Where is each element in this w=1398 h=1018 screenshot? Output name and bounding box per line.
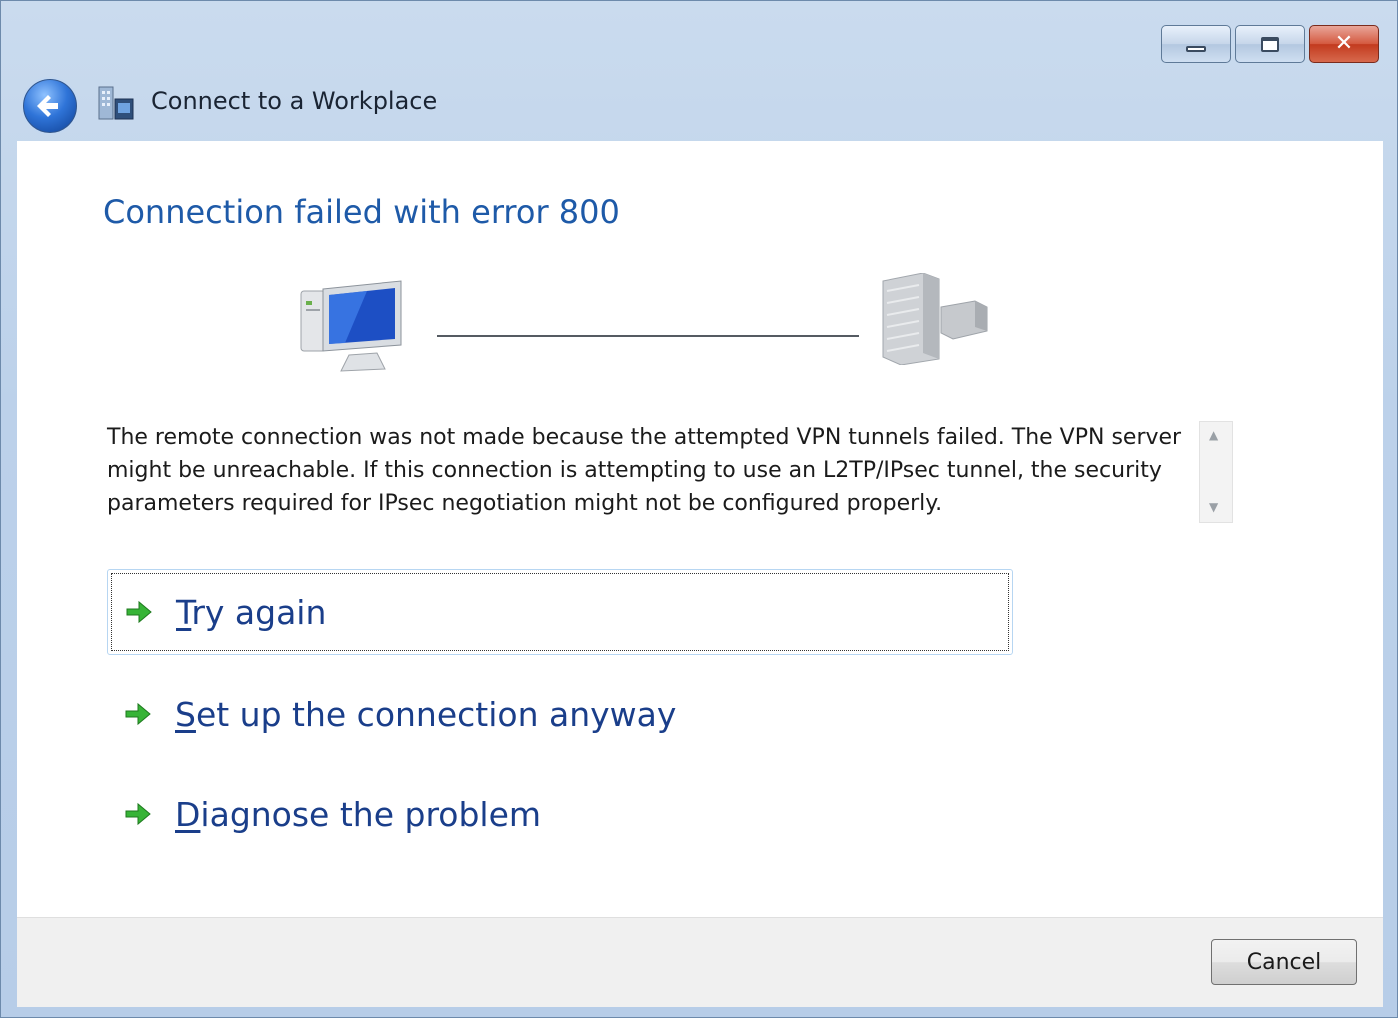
maximize-button[interactable] bbox=[1235, 25, 1305, 63]
diagnose-link[interactable]: Diagnose the problem bbox=[107, 771, 1013, 857]
computer-icon bbox=[300, 280, 402, 372]
scroll-down-icon[interactable]: ▼ bbox=[1209, 500, 1218, 514]
minimize-icon bbox=[1186, 46, 1206, 52]
message-scrollbar[interactable]: ▲ ▼ bbox=[1199, 421, 1233, 523]
content-area: Connection failed with error 800 The rem… bbox=[17, 141, 1383, 917]
server-building-icon bbox=[882, 273, 988, 365]
scroll-up-icon[interactable]: ▲ bbox=[1209, 428, 1218, 442]
error-message: The remote connection was not made becau… bbox=[107, 425, 1182, 516]
try-again-link[interactable]: Try again bbox=[107, 569, 1013, 655]
page-heading: Connection failed with error 800 bbox=[103, 193, 620, 231]
back-arrow-icon bbox=[37, 95, 58, 117]
dialog-window: ✕ Connect to a Workplace Connection fail… bbox=[0, 0, 1398, 1018]
diagnose-label: Diagnose the problem bbox=[175, 794, 542, 834]
minimize-button[interactable] bbox=[1161, 25, 1231, 63]
close-icon: ✕ bbox=[1334, 31, 1354, 56]
connection-line bbox=[437, 335, 859, 337]
set-up-anyway-link[interactable]: Set up the connection anyway bbox=[107, 671, 1013, 757]
workplace-icon bbox=[98, 86, 134, 120]
close-button[interactable]: ✕ bbox=[1309, 25, 1379, 63]
window-title: Connect to a Workplace bbox=[151, 87, 438, 115]
green-arrow-icon bbox=[125, 702, 151, 726]
cancel-button[interactable]: Cancel bbox=[1211, 939, 1357, 985]
back-button[interactable] bbox=[21, 77, 79, 135]
green-arrow-icon bbox=[125, 802, 151, 826]
title-bar: ✕ Connect to a Workplace bbox=[1, 1, 1397, 141]
set-up-anyway-label: Set up the connection anyway bbox=[175, 694, 677, 734]
green-arrow-icon bbox=[126, 600, 152, 624]
footer-bar: Cancel bbox=[17, 917, 1383, 1007]
maximize-icon bbox=[1261, 36, 1279, 52]
try-again-label: Try again bbox=[176, 592, 327, 632]
